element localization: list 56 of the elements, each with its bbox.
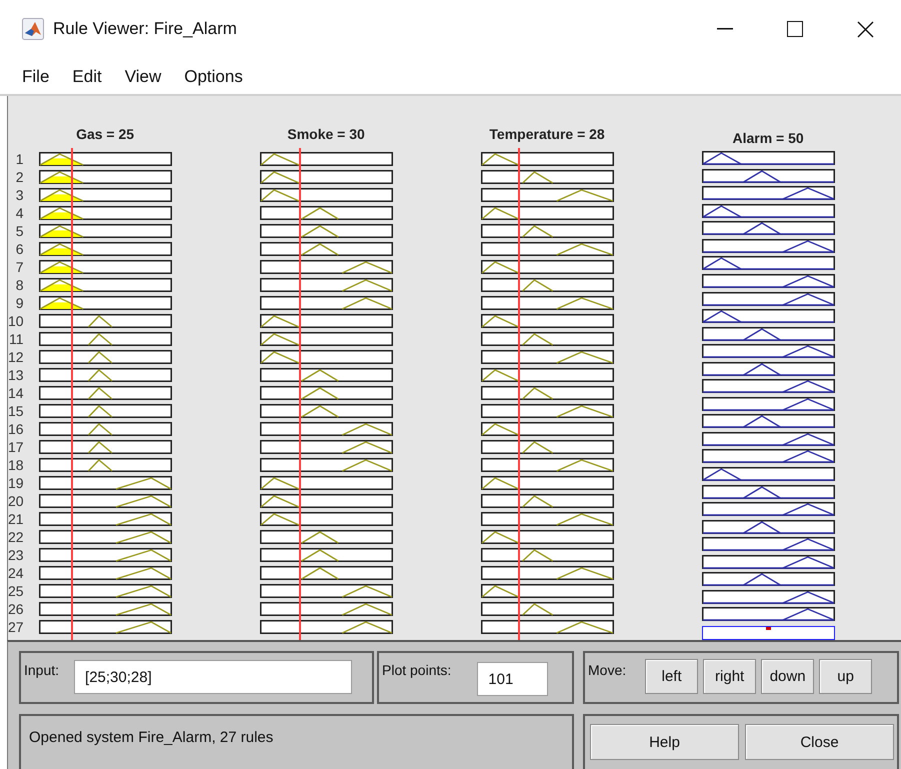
rule-number: 7	[14, 258, 25, 276]
rule-number: 15	[8, 402, 25, 420]
minimize-icon[interactable]	[717, 28, 733, 30]
dialog-button[interactable]: Help	[590, 724, 739, 760]
menu-item[interactable]: View	[124, 58, 162, 87]
rule-number: 5	[14, 222, 25, 240]
rule-number: 24	[8, 564, 25, 582]
app-logo-icon	[22, 18, 44, 40]
rule-number: 16	[8, 420, 25, 438]
menu-item[interactable]: Options	[184, 58, 243, 87]
rule-number: 22	[8, 528, 25, 546]
rule-number: 27	[8, 618, 25, 636]
variable-title: Gas = 25	[76, 126, 134, 142]
rule-number: 21	[8, 510, 25, 528]
variable-title: Smoke = 30	[287, 126, 365, 142]
dialog-button[interactable]: Close	[745, 724, 894, 760]
rule-number: 8	[14, 276, 25, 294]
output-value-mark	[766, 627, 772, 630]
window-title: Rule Viewer: Fire_Alarm	[53, 19, 238, 39]
plot-points-field[interactable]: 101	[477, 662, 548, 696]
rule-number: 19	[8, 474, 25, 492]
move-label: Move:	[587, 661, 626, 678]
rule-number: 6	[14, 240, 25, 258]
input-value-line[interactable]	[299, 148, 302, 640]
plot-points-label: Plot points:	[381, 661, 452, 678]
variable-title: Alarm = 50	[732, 130, 804, 146]
status-text: Opened system Fire_Alarm, 27 rules	[28, 728, 274, 746]
input-field[interactable]: [25;30;28]	[74, 660, 352, 694]
move-button[interactable]: right	[703, 659, 756, 694]
rule-number: 25	[8, 582, 25, 600]
rule-number: 9	[14, 294, 25, 312]
close-icon[interactable]	[857, 20, 874, 38]
menu-item[interactable]: File	[22, 58, 50, 87]
rule-number: 23	[8, 546, 25, 564]
rule-number: 10	[8, 312, 25, 330]
move-button[interactable]: down	[761, 659, 814, 694]
move-button[interactable]: left	[645, 659, 698, 694]
rule-number: 17	[8, 438, 25, 456]
rule-number: 2	[14, 168, 25, 186]
rule-number: 3	[14, 186, 25, 204]
rule-number: 18	[8, 456, 25, 474]
rule-number: 20	[8, 492, 25, 510]
menu-item[interactable]: Edit	[72, 58, 102, 87]
maximize-icon[interactable]	[787, 21, 803, 37]
input-label: Input:	[23, 661, 60, 678]
rule-number: 1	[14, 150, 25, 168]
rule-number: 11	[8, 330, 25, 348]
input-value-line[interactable]	[71, 148, 74, 640]
rule-number: 4	[14, 204, 25, 222]
rule-number: 13	[8, 366, 25, 384]
rule-number: 26	[8, 600, 25, 618]
input-value-line[interactable]	[518, 148, 520, 640]
rule-number: 12	[8, 348, 25, 366]
variable-title: Temperature = 28	[489, 126, 605, 142]
rule-number: 14	[8, 384, 25, 402]
move-button[interactable]: up	[819, 659, 872, 694]
